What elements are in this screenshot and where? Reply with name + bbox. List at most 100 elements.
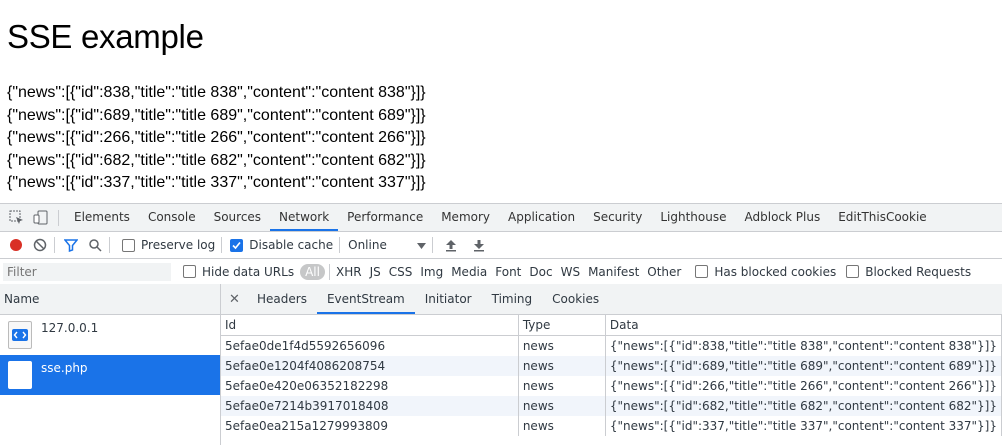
filter-type-js[interactable]: JS [366, 265, 385, 279]
request-list: Name 127.0.0.1 sse.php [0, 284, 221, 445]
tab-network[interactable]: Network [270, 204, 339, 231]
clear-icon[interactable] [32, 237, 48, 253]
preserve-log-checkbox[interactable]: Preserve log [122, 238, 215, 252]
table-row[interactable]: 5efae0ea215a1279993809 news {"news":[{"i… [221, 416, 1002, 436]
message-line: {"news":[{"id":838,"title":"title 838","… [7, 84, 426, 101]
filter-type-all[interactable]: All [300, 263, 325, 280]
network-toolbar: Preserve log Disable cache Online [0, 232, 1002, 259]
tab-initiator[interactable]: Initiator [415, 284, 482, 314]
filter-icon[interactable] [63, 237, 79, 253]
message-line: {"news":[{"id":682,"title":"title 682","… [7, 151, 426, 169]
filter-type-css[interactable]: CSS [385, 265, 417, 279]
device-toolbar-icon[interactable] [32, 210, 48, 226]
event-data: {"news":[{"id":838,"title":"title 838","… [605, 335, 1002, 356]
filter-type-ws[interactable]: WS [557, 265, 584, 279]
tab-performance[interactable]: Performance [338, 204, 432, 231]
throttling-select[interactable]: Online [348, 238, 427, 252]
name-column-header[interactable]: Name [0, 284, 220, 315]
disable-cache-label: Disable cache [249, 238, 334, 252]
checkbox-box[interactable] [695, 265, 709, 278]
filter-type-media[interactable]: Media [447, 265, 491, 279]
network-panel: Name 127.0.0.1 sse.php ✕ Headers EventSt… [0, 284, 1002, 445]
divider [58, 209, 59, 226]
event-data: {"news":[{"id":689,"title":"title 689","… [605, 356, 1002, 376]
filter-type-other[interactable]: Other [643, 265, 685, 279]
record-icon[interactable] [8, 237, 24, 253]
hide-data-urls-checkbox[interactable]: Hide data URLs [183, 265, 294, 279]
message-line: {"news":[{"id":337,"title":"title 337","… [7, 174, 426, 192]
preserve-log-label: Preserve log [141, 238, 216, 252]
divider [339, 237, 341, 253]
column-header-type[interactable]: Type [518, 315, 606, 336]
tab-lighthouse[interactable]: Lighthouse [651, 204, 735, 231]
table-row[interactable]: 5efae0e1204f4086208754 news {"news":[{"i… [221, 356, 1002, 376]
divider [432, 237, 434, 253]
event-type: news [518, 416, 606, 436]
divider [109, 237, 110, 253]
filter-bar: Hide data URLs All XHR JS CSS Img Media … [0, 259, 1002, 285]
request-name: sse.php [41, 361, 88, 375]
import-har-icon[interactable] [443, 237, 459, 253]
event-data: {"news":[{"id":337,"title":"title 337","… [605, 416, 1002, 436]
request-row[interactable]: 127.0.0.1 [0, 315, 220, 355]
event-type: news [518, 376, 606, 396]
tab-timing[interactable]: Timing [482, 284, 543, 314]
tab-memory[interactable]: Memory [432, 204, 499, 231]
chevron-down-icon [417, 238, 427, 252]
html-document-icon [8, 321, 32, 349]
document-icon [8, 361, 32, 389]
divider [221, 237, 223, 253]
request-name: 127.0.0.1 [41, 321, 99, 335]
filter-type-img[interactable]: Img [416, 265, 447, 279]
disable-cache-checkbox[interactable]: Disable cache [230, 238, 333, 252]
request-row-selected[interactable]: sse.php [0, 355, 220, 395]
blocked-requests-label: Blocked Requests [865, 264, 972, 279]
event-id: 5efae0e7214b3917018408 [221, 396, 519, 416]
tab-adblock-plus[interactable]: Adblock Plus [736, 204, 830, 231]
column-header-id[interactable]: Id [221, 315, 519, 336]
filter-input[interactable] [3, 262, 171, 281]
tab-editthiscookie[interactable]: EditThisCookie [829, 204, 936, 231]
request-detail: ✕ Headers EventStream Initiator Timing C… [221, 284, 1002, 445]
checkbox-box[interactable] [846, 265, 860, 278]
filter-type-manifest[interactable]: Manifest [584, 265, 643, 279]
checkbox-box[interactable] [183, 265, 196, 278]
event-data: {"news":[{"id":266,"title":"title 266","… [605, 376, 1002, 396]
checkbox-checked[interactable] [230, 238, 244, 252]
message-line: {"news":[{"id":689,"title":"title 689","… [7, 106, 426, 124]
event-type: news [518, 356, 606, 376]
filter-type-font[interactable]: Font [491, 265, 525, 279]
inspect-element-icon[interactable] [8, 210, 24, 226]
filter-type-xhr[interactable]: XHR [332, 265, 366, 279]
table-row[interactable]: 5efae0e7214b3917018408 news {"news":[{"i… [221, 396, 1002, 416]
export-har-icon[interactable] [471, 237, 487, 253]
table-row[interactable]: 5efae0de1f4d5592656096 news {"news":[{"i… [221, 335, 1002, 356]
event-id: 5efae0de1f4d5592656096 [221, 335, 519, 356]
page-title: SSE example [7, 18, 204, 55]
table-header-row: Id Type Data [221, 315, 1002, 336]
table-row[interactable]: 5efae0e420e06352182298 news {"news":[{"i… [221, 376, 1002, 396]
blocked-requests-checkbox[interactable]: Blocked Requests [846, 265, 971, 279]
event-type: news [518, 335, 606, 356]
event-data: {"news":[{"id":682,"title":"title 682","… [605, 396, 1002, 416]
has-blocked-cookies-label: Has blocked cookies [714, 264, 837, 279]
filter-type-doc[interactable]: Doc [525, 265, 556, 279]
close-icon[interactable]: ✕ [229, 292, 243, 307]
event-type: news [518, 396, 606, 416]
tab-security[interactable]: Security [584, 204, 651, 231]
tab-console[interactable]: Console [139, 204, 205, 231]
eventstream-table: Id Type Data 5efae0de1f4d5592656096 news… [221, 315, 1002, 436]
divider [328, 263, 330, 280]
checkbox-box[interactable] [122, 238, 135, 252]
tab-elements[interactable]: Elements [65, 204, 139, 231]
tab-headers[interactable]: Headers [247, 284, 317, 314]
tab-cookies[interactable]: Cookies [542, 284, 609, 314]
tab-eventstream[interactable]: EventStream [316, 284, 415, 314]
search-icon[interactable] [87, 237, 103, 253]
tab-application[interactable]: Application [499, 204, 584, 231]
has-blocked-cookies-checkbox[interactable]: Has blocked cookies [695, 265, 836, 279]
column-header-data[interactable]: Data [605, 315, 1002, 336]
devtools-panel: Elements Console Sources Network Perform… [0, 203, 1002, 445]
tab-sources[interactable]: Sources [205, 204, 270, 231]
event-id: 5efae0ea215a1279993809 [221, 416, 519, 436]
